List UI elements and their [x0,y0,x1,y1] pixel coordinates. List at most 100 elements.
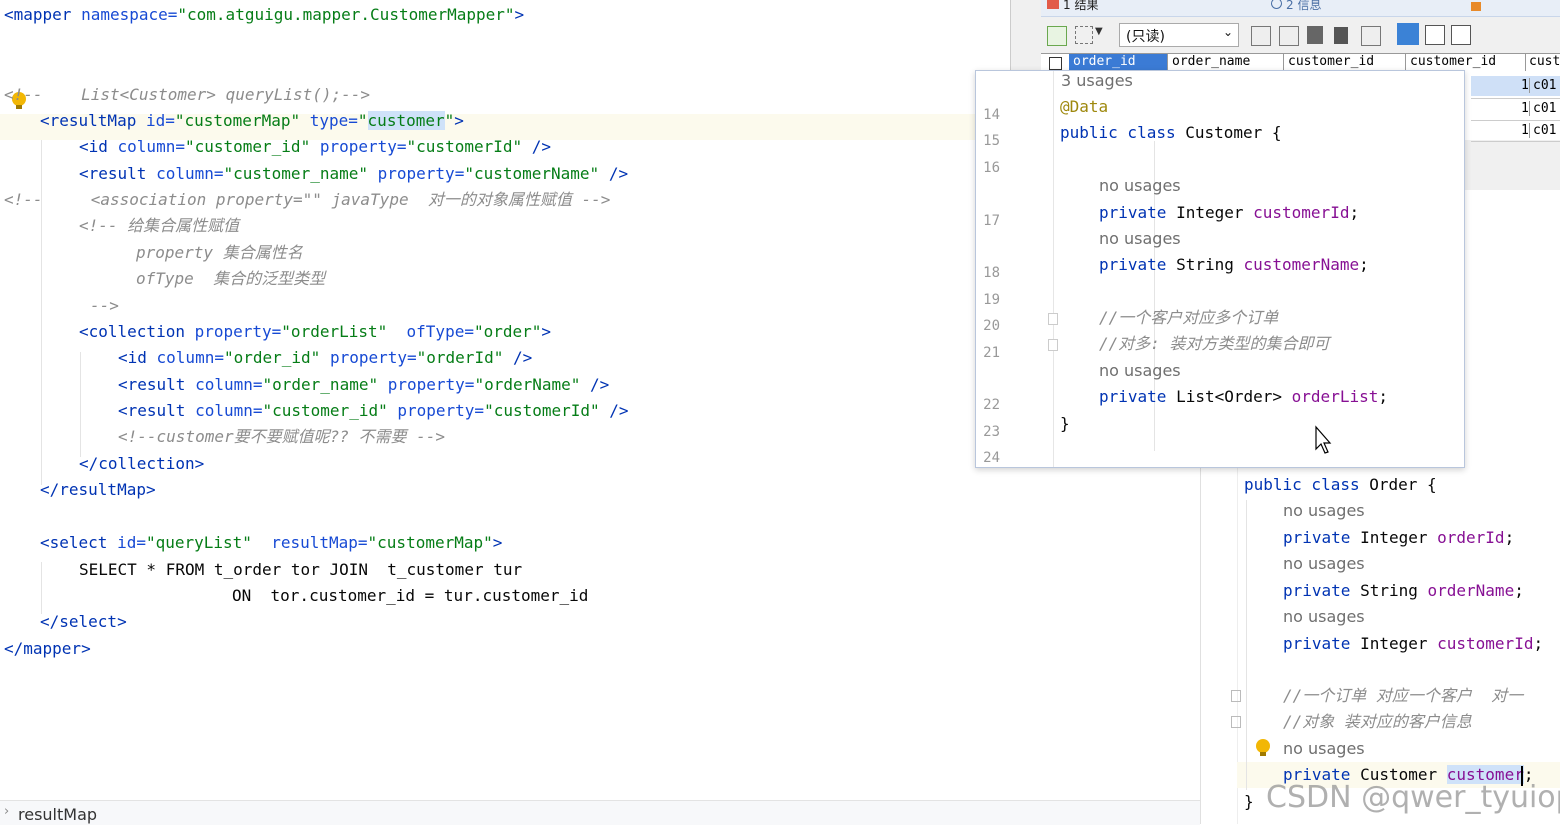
usages-hint[interactable]: no usages [1283,501,1365,520]
refresh-icon[interactable] [1361,26,1381,46]
code-line: --> [90,296,119,315]
usages-hint[interactable]: no usages [1283,554,1365,573]
popup-code-line: no usages [1099,173,1181,199]
db-tab-extra[interactable] [1471,2,1481,11]
code-line: private Integer customerId; [1283,634,1544,653]
select-all-checkbox[interactable] [1049,57,1062,70]
chevron-right-icon: › [4,804,10,819]
usages-hint[interactable]: no usages [1099,176,1181,195]
code-line: //对象 装对应的客户信息 [1283,712,1472,731]
readonly-select-value: (只读) [1126,29,1165,45]
watermark: CSDN @qwer_tyuiop1 [1266,780,1560,815]
line-number: 21 [983,345,1000,361]
usages-hint[interactable]: no usages [1099,229,1181,248]
code-line: no usages [1283,736,1365,762]
db-toolbar: ▼ (只读) ⌄ [1041,20,1560,50]
line-number: 24 [983,450,1000,466]
text-view-icon[interactable] [1451,25,1471,45]
chevron-down-icon: ⌄ [1222,25,1233,39]
popup-code-line: private String customerName; [1099,255,1369,274]
chevron-down-icon[interactable]: ▼ [1095,26,1103,37]
table-row[interactable]: 1 c01 [1471,120,1560,142]
line-number: 14 [983,107,1000,123]
popup-code-line: @Data [1060,97,1109,116]
fold-marker-icon[interactable] [1048,339,1058,351]
table-row[interactable]: 1 c01 [1471,76,1560,96]
code-line: property 集合属性名 [136,243,303,262]
column-header[interactable]: order_id [1069,54,1167,71]
code-line: private String orderName; [1283,581,1524,600]
export-icon[interactable] [1279,26,1299,46]
popup-code-line: private List<Order> orderList; [1099,387,1388,406]
code-line: <id column="customer_id" property="custo… [79,137,552,156]
column-header[interactable]: cust [1525,54,1560,71]
save-icon[interactable] [1307,26,1323,44]
db-tab-strip: 1 结果 2 信息 [1041,0,1560,17]
code-line: <!-- List<Customer> queryList();--> [4,85,371,104]
line-number: 19 [983,292,1000,308]
code-line: <collection property="orderList" ofType=… [79,322,552,341]
code-line: ofType 集合的泛型类型 [136,269,326,288]
popup-code-line: no usages [1099,226,1181,252]
code-line: <!-- 给集合属性赋值 [79,216,240,235]
popup-code-line: private Integer customerId; [1099,203,1360,222]
code-line: //一个订单 对应一个客户 对一 [1283,686,1524,705]
grid-icon [1047,0,1059,9]
popup-code-line: public class Customer { [1060,123,1282,142]
code-line: <id column="order_id" property="orderId"… [118,348,533,367]
db-tab-result[interactable]: 1 结果 [1047,0,1098,13]
code-line: } [1244,792,1254,811]
line-number: 15 [983,133,1000,149]
table-row[interactable]: 1 c01 [1471,98,1560,119]
breadcrumb-bar: › resultMap [0,800,1200,825]
layout-dropdown-icon[interactable] [1075,26,1093,44]
form-view-icon[interactable] [1425,25,1445,45]
info-icon [1271,0,1282,9]
code-line: no usages [1283,604,1365,630]
delete-icon[interactable] [1334,27,1348,44]
add-row-icon[interactable] [1047,26,1067,46]
line-number: 16 [983,160,1000,176]
code-line: <mapper namespace="com.atguigu.mapper.Cu… [4,5,525,24]
grid-view-icon[interactable] [1397,23,1419,45]
code-line: </resultMap> [40,480,156,499]
popup-code-line: //对多: 装对方类型的集合即可 [1099,334,1330,353]
code-line: <!-- <association property="" javaType 对… [4,190,611,209]
popup-code-line: no usages [1099,358,1181,384]
code-line: </collection> [79,454,205,473]
code-line: no usages [1283,498,1365,524]
code-line: private Integer orderId; [1283,528,1515,547]
line-number: 22 [983,397,1000,413]
column-header[interactable]: customer_id [1283,54,1406,71]
code-line: </mapper> [4,639,91,658]
code-line: <select id="queryList" resultMap="custom… [40,533,503,552]
breadcrumb-item[interactable]: resultMap [18,805,97,824]
line-number: 20 [983,318,1000,334]
usages-hint[interactable]: no usages [1283,607,1365,626]
fold-marker-icon[interactable] [1231,690,1241,702]
gutter [1201,430,1238,824]
code-line: <result column="customer_name" property=… [79,164,629,183]
popup-code-line: //一个客户对应多个订单 [1099,308,1279,327]
db-tab-info[interactable]: 2 信息 [1271,0,1321,13]
indent-guide [80,352,81,457]
usages-hint[interactable]: no usages [1099,361,1181,380]
lightbulb-icon[interactable] [1256,739,1270,753]
code-line: <resultMap id="customerMap" type="custom… [40,111,464,130]
column-header[interactable]: order_name [1167,54,1284,71]
code-line: no usages [1283,551,1365,577]
popup-usages[interactable]: 3 usages [1061,71,1133,90]
lightbulb-base [1260,752,1266,756]
usages-hint[interactable]: no usages [1283,739,1365,758]
code-line: </select> [40,612,127,631]
line-number: 18 [983,265,1000,281]
column-header[interactable]: customer_id [1405,54,1526,71]
filter-icon[interactable] [1251,26,1271,46]
code-line: <result column="customer_id" property="c… [118,401,629,420]
line-number: 23 [983,424,1000,440]
fold-marker-icon[interactable] [1048,313,1058,325]
code-line: public class Order { [1244,475,1437,494]
readonly-select[interactable]: (只读) ⌄ [1119,23,1239,47]
mouse-cursor-icon [1315,425,1332,454]
fold-marker-icon[interactable] [1231,716,1241,728]
